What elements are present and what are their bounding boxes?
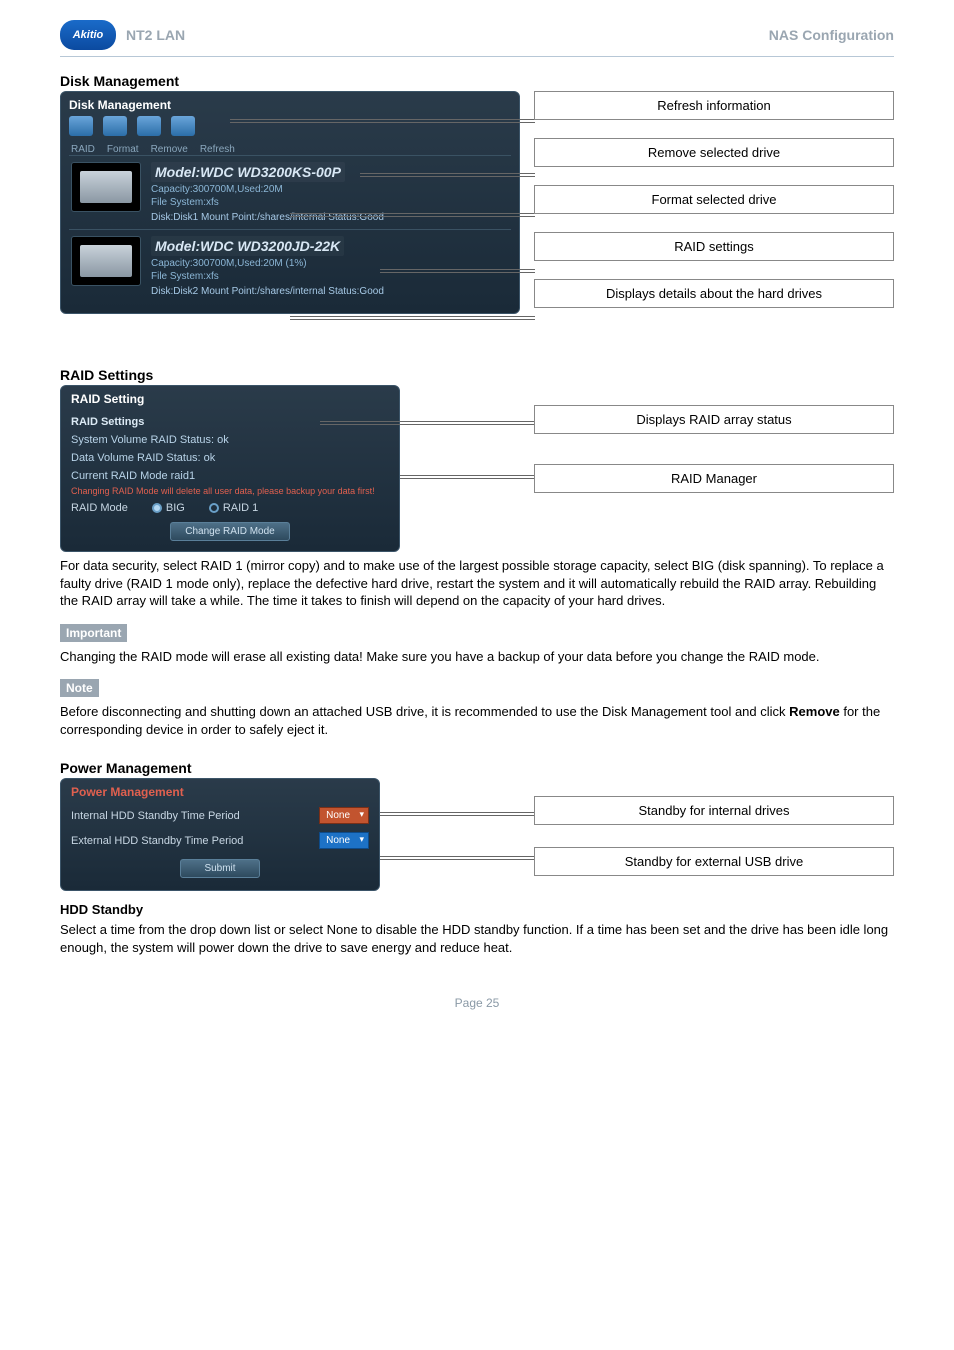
drive2-fs: File System:xfs	[151, 271, 509, 282]
connector-line	[380, 269, 535, 270]
format-icon[interactable]	[103, 116, 127, 136]
external-standby-label: External HDD Standby Time Period	[71, 835, 243, 847]
connector-line	[320, 421, 535, 422]
important-text: Changing the RAID mode will erase all ex…	[60, 648, 894, 666]
callout-refresh: Refresh information	[534, 91, 894, 120]
page-header: Akitio NT2 LAN NAS Configuration	[60, 20, 894, 57]
callout-raid-manager: RAID Manager	[534, 464, 894, 493]
power-submit-button[interactable]: Submit	[180, 859, 260, 878]
radio-icon[interactable]	[152, 503, 162, 513]
connector-line	[290, 316, 535, 317]
raid-mode-label: RAID Mode	[71, 502, 128, 514]
internal-standby-select[interactable]: None	[319, 807, 369, 824]
external-standby-row: External HDD Standby Time Period None	[71, 832, 369, 849]
raid-paragraph: For data security, select RAID 1 (mirror…	[60, 557, 894, 610]
callout-remove: Remove selected drive	[534, 138, 894, 167]
brand-logo: Akitio	[60, 20, 116, 50]
power-management-heading: Power Management	[60, 760, 894, 776]
raid-option-raid1[interactable]: RAID 1	[209, 502, 258, 514]
drive-row-1[interactable]: Model:WDC WD3200KS-00P Capacity:300700M,…	[69, 155, 511, 229]
callout-internal-standby: Standby for internal drives	[534, 796, 894, 825]
toolbar-label-remove[interactable]: Remove	[151, 144, 188, 155]
disk-callouts: Refresh information Remove selected driv…	[534, 91, 894, 308]
disk-management-heading: Disk Management	[60, 73, 894, 89]
disk-management-figure: Disk Management RAID Format Remove Refre…	[60, 91, 894, 351]
header-left: Akitio NT2 LAN	[60, 20, 185, 50]
external-standby-select[interactable]: None	[319, 832, 369, 849]
drive-thumb-icon	[71, 162, 141, 212]
section-title-right: NAS Configuration	[769, 27, 894, 43]
raid-option-big-label: BIG	[166, 502, 185, 514]
toolbar-label-format[interactable]: Format	[107, 144, 139, 155]
callout-format: Format selected drive	[534, 185, 894, 214]
callout-raid-status: Displays RAID array status	[534, 405, 894, 434]
note-text: Before disconnecting and shutting down a…	[60, 703, 894, 738]
drive-info: Model:WDC WD3200JD-22K Capacity:300700M,…	[151, 236, 509, 297]
drive1-fs: File System:xfs	[151, 197, 509, 208]
connector-line	[400, 475, 535, 476]
raid-current-mode: Current RAID Mode raid1	[71, 470, 389, 482]
connector-line	[380, 812, 535, 813]
callout-details: Displays details about the hard drives	[534, 279, 894, 308]
connector-line	[230, 119, 535, 120]
hdd-standby-text: Select a time from the drop down list or…	[60, 921, 894, 956]
raid-mode-selector: RAID Mode BIG RAID 1	[71, 502, 389, 514]
drive-thumb-icon	[71, 236, 141, 286]
note-bold: Remove	[789, 704, 840, 719]
radio-icon[interactable]	[209, 503, 219, 513]
toolbar-labels: RAID Format Remove Refresh	[71, 144, 511, 155]
drive1-capacity: Capacity:300700M,Used:20M	[151, 184, 509, 195]
internal-standby-row: Internal HDD Standby Time Period None	[71, 807, 369, 824]
drive-row-2[interactable]: Model:WDC WD3200JD-22K Capacity:300700M,…	[69, 229, 511, 303]
drive2-capacity: Capacity:300700M,Used:20M (1%)	[151, 258, 509, 269]
raid-sys-status: System Volume RAID Status: ok	[71, 434, 389, 446]
panel-title: Disk Management	[69, 98, 511, 112]
power-figure: Power Management Internal HDD Standby Ti…	[60, 778, 894, 888]
note-pre: Before disconnecting and shutting down a…	[60, 704, 789, 719]
raid-figure: RAID Setting RAID Settings System Volume…	[60, 385, 894, 545]
power-callouts: Standby for internal drives Standby for …	[534, 796, 894, 876]
callout-raid: RAID settings	[534, 232, 894, 261]
toolbar-label-refresh[interactable]: Refresh	[200, 144, 235, 155]
note-tag: Note	[60, 679, 99, 697]
page-footer: Page 25	[60, 996, 894, 1010]
internal-standby-label: Internal HDD Standby Time Period	[71, 810, 240, 822]
connector-line	[290, 213, 535, 214]
raid-panel: RAID Setting RAID Settings System Volume…	[60, 385, 400, 552]
drive2-status: Disk:Disk2 Mount Point:/shares/internal …	[151, 286, 509, 297]
raid-settings-heading: RAID Settings	[60, 367, 894, 383]
product-title: NT2 LAN	[126, 27, 185, 43]
raid-option-raid1-label: RAID 1	[223, 502, 258, 514]
power-panel: Power Management Internal HDD Standby Ti…	[60, 778, 380, 891]
toolbar-label-raid[interactable]: RAID	[71, 144, 95, 155]
connector-line	[380, 856, 535, 857]
raid-option-big[interactable]: BIG	[152, 502, 185, 514]
raid-panel-title: RAID Setting	[71, 392, 389, 406]
change-raid-mode-button[interactable]: Change RAID Mode	[170, 522, 290, 541]
refresh-icon[interactable]	[171, 116, 195, 136]
raid-icon[interactable]	[69, 116, 93, 136]
raid-warning-text: Changing RAID Mode will delete all user …	[71, 486, 389, 496]
hdd-standby-heading: HDD Standby	[60, 902, 894, 917]
connector-line	[360, 173, 535, 174]
remove-icon[interactable]	[137, 116, 161, 136]
important-tag: Important	[60, 624, 127, 642]
drive1-model: Model:WDC WD3200KS-00P	[151, 162, 345, 182]
drive2-model: Model:WDC WD3200JD-22K	[151, 236, 344, 256]
raid-group-label: RAID Settings	[71, 416, 389, 428]
raid-data-status: Data Volume RAID Status: ok	[71, 452, 389, 464]
raid-callouts: Displays RAID array status RAID Manager	[534, 405, 894, 493]
disk-management-panel: Disk Management RAID Format Remove Refre…	[60, 91, 520, 314]
power-panel-title: Power Management	[71, 785, 369, 799]
callout-external-standby: Standby for external USB drive	[534, 847, 894, 876]
